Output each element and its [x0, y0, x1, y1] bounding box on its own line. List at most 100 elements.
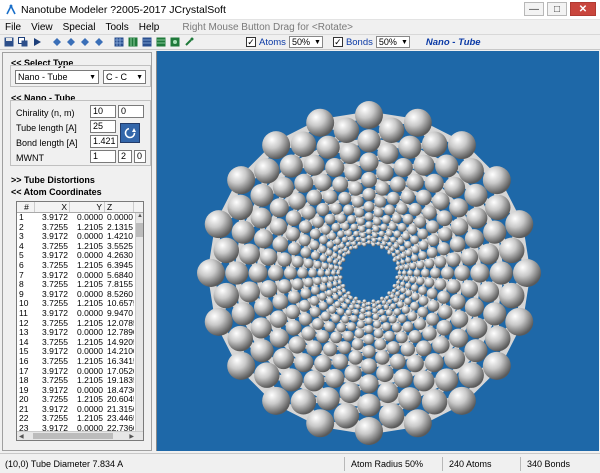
- atom: [449, 293, 466, 310]
- table-row[interactable]: 8 3.7255 1.2105 7.8155: [17, 280, 143, 290]
- cell-z: 21.3150: [107, 404, 134, 414]
- table-row[interactable]: 17 3.9172 0.0000 17.0520: [17, 367, 143, 377]
- atoms-checkbox[interactable]: ✓: [246, 37, 256, 47]
- menu-special[interactable]: Special: [58, 22, 101, 33]
- menu-help[interactable]: Help: [134, 22, 165, 33]
- column-header-z[interactable]: Z: [105, 202, 134, 212]
- scroll-up-icon[interactable]: ▲: [137, 213, 143, 219]
- type-select[interactable]: Nano - Tube ▼: [15, 70, 99, 84]
- table-row[interactable]: 9 3.9172 0.0000 8.5260: [17, 290, 143, 300]
- save-icon[interactable]: [3, 37, 14, 48]
- mwnt-second-input[interactable]: 2: [118, 150, 132, 163]
- cell-z: 4.2630: [107, 251, 133, 261]
- eyedropper-icon[interactable]: [183, 37, 194, 48]
- mwnt-third-input[interactable]: 0: [134, 150, 146, 163]
- atom-coordinates-table[interactable]: # X Y Z 1 3.9172 0.0000 0.0000 2 3.7255 1.2105…: [16, 201, 144, 441]
- atom: [405, 249, 413, 257]
- atom-coordinates-header[interactable]: << Atom Coordinates: [11, 187, 102, 197]
- bonds-checkbox[interactable]: ✓: [332, 37, 343, 47]
- molecule-viewport[interactable]: [156, 51, 599, 451]
- cell-y: 0.0000: [77, 328, 103, 338]
- cell-z: 19.1835: [107, 376, 134, 386]
- atoms-toggle[interactable]: ✓ Atoms: [246, 37, 286, 48]
- table-row[interactable]: 20 3.7255 1.2105 20.6045: [17, 395, 143, 405]
- atom: [380, 223, 388, 232]
- table-row[interactable]: 21 3.9172 0.0000 21.3150: [17, 405, 143, 415]
- tube-length-input[interactable]: 25: [90, 120, 116, 133]
- atoms-size-select[interactable]: 50% ▼: [288, 36, 323, 48]
- menu-tools[interactable]: Tools: [100, 22, 133, 33]
- move-left-icon[interactable]: [93, 37, 104, 48]
- column-header-y[interactable]: Y: [70, 202, 105, 212]
- atom: [383, 304, 390, 310]
- move-right-icon[interactable]: [65, 37, 76, 48]
- atom: [354, 207, 365, 218]
- close-button[interactable]: ✕: [570, 2, 596, 16]
- table-row[interactable]: 10 3.7255 1.2105 10.6575: [17, 299, 143, 309]
- table-row[interactable]: 6 3.7255 1.2105 6.3945: [17, 261, 143, 271]
- atom: [253, 297, 274, 317]
- maximize-button[interactable]: □: [547, 2, 567, 16]
- move-up-icon[interactable]: [51, 37, 62, 48]
- scroll-left-icon[interactable]: ◀: [19, 433, 24, 440]
- grid-icon-5[interactable]: [169, 37, 180, 48]
- atom: [350, 223, 358, 232]
- vertical-scrollbar[interactable]: ▲: [135, 213, 143, 433]
- table-row[interactable]: 5 3.9172 0.0000 4.2630: [17, 251, 143, 261]
- table-row[interactable]: 1 3.9172 0.0000 0.0000: [17, 213, 143, 223]
- atom: [420, 268, 430, 278]
- atom: [269, 198, 289, 218]
- grid-icon-4[interactable]: [155, 37, 166, 48]
- column-header-x[interactable]: X: [35, 202, 70, 212]
- atom: [272, 236, 289, 253]
- table-row[interactable]: 11 3.9172 0.0000 9.9470: [17, 309, 143, 319]
- horizontal-scroll-thumb[interactable]: [33, 433, 113, 439]
- chirality-n-input[interactable]: 10: [90, 105, 116, 118]
- scroll-right-icon[interactable]: ▶: [129, 433, 134, 440]
- table-row[interactable]: 13 3.9172 0.0000 12.7890: [17, 328, 143, 338]
- atom: [365, 317, 373, 325]
- bond-type-select[interactable]: C - C ▼: [103, 70, 146, 84]
- cell-x: 3.7255: [42, 356, 68, 366]
- cell-index: 21: [19, 404, 29, 414]
- grid-icon-2[interactable]: [127, 37, 138, 48]
- table-row[interactable]: 19 3.9172 0.0000 18.4730: [17, 386, 143, 396]
- table-row[interactable]: 4 3.7255 1.2105 3.5525: [17, 242, 143, 252]
- minimize-button[interactable]: —: [524, 2, 544, 16]
- table-row[interactable]: 12 3.7255 1.2105 12.0785: [17, 319, 143, 329]
- chirality-m-input[interactable]: 0: [118, 105, 144, 118]
- atom: [376, 300, 381, 305]
- atom: [342, 288, 347, 294]
- table-row[interactable]: 22 3.7255 1.2105 23.4465: [17, 414, 143, 424]
- mwnt-count-input[interactable]: 1: [90, 150, 116, 163]
- tube-distortions-header[interactable]: >> Tube Distortions: [11, 175, 95, 185]
- grid-icon-1[interactable]: [113, 37, 124, 48]
- copy-icon[interactable]: [17, 37, 28, 48]
- table-row[interactable]: 15 3.9172 0.0000 14.2100: [17, 347, 143, 357]
- move-down-icon[interactable]: [79, 37, 90, 48]
- menu-view[interactable]: View: [26, 22, 58, 33]
- table-row[interactable]: 16 3.7255 1.2105 16.3415: [17, 357, 143, 367]
- menu-file[interactable]: File: [0, 22, 26, 33]
- table-row[interactable]: 7 3.9172 0.0000 5.6840: [17, 271, 143, 281]
- atom: [482, 166, 511, 195]
- table-row[interactable]: 18 3.7255 1.2105 19.1835: [17, 376, 143, 386]
- build-tube-button[interactable]: [120, 123, 140, 143]
- table-row[interactable]: 14 3.7255 1.2105 14.9205: [17, 338, 143, 348]
- grid-icon-3[interactable]: [141, 37, 152, 48]
- atom: [409, 276, 417, 284]
- table-row[interactable]: 3 3.9172 0.0000 1.4210: [17, 232, 143, 242]
- atom: [326, 297, 334, 305]
- vertical-scroll-thumb[interactable]: [136, 223, 143, 237]
- atom: [426, 247, 438, 258]
- bonds-size-select[interactable]: 50% ▼: [375, 36, 410, 48]
- nanotube-model[interactable]: [157, 51, 599, 451]
- bonds-toggle[interactable]: ✓ Bonds: [332, 37, 373, 48]
- bond-length-input[interactable]: 1.421: [90, 135, 118, 148]
- table-row[interactable]: 2 3.7255 1.2105 2.1315: [17, 223, 143, 233]
- cell-index: 3: [19, 232, 24, 242]
- play-icon[interactable]: [31, 37, 42, 48]
- atom: [446, 279, 461, 294]
- column-header-index[interactable]: #: [17, 202, 35, 212]
- horizontal-scrollbar[interactable]: ◀ ▶: [17, 431, 143, 440]
